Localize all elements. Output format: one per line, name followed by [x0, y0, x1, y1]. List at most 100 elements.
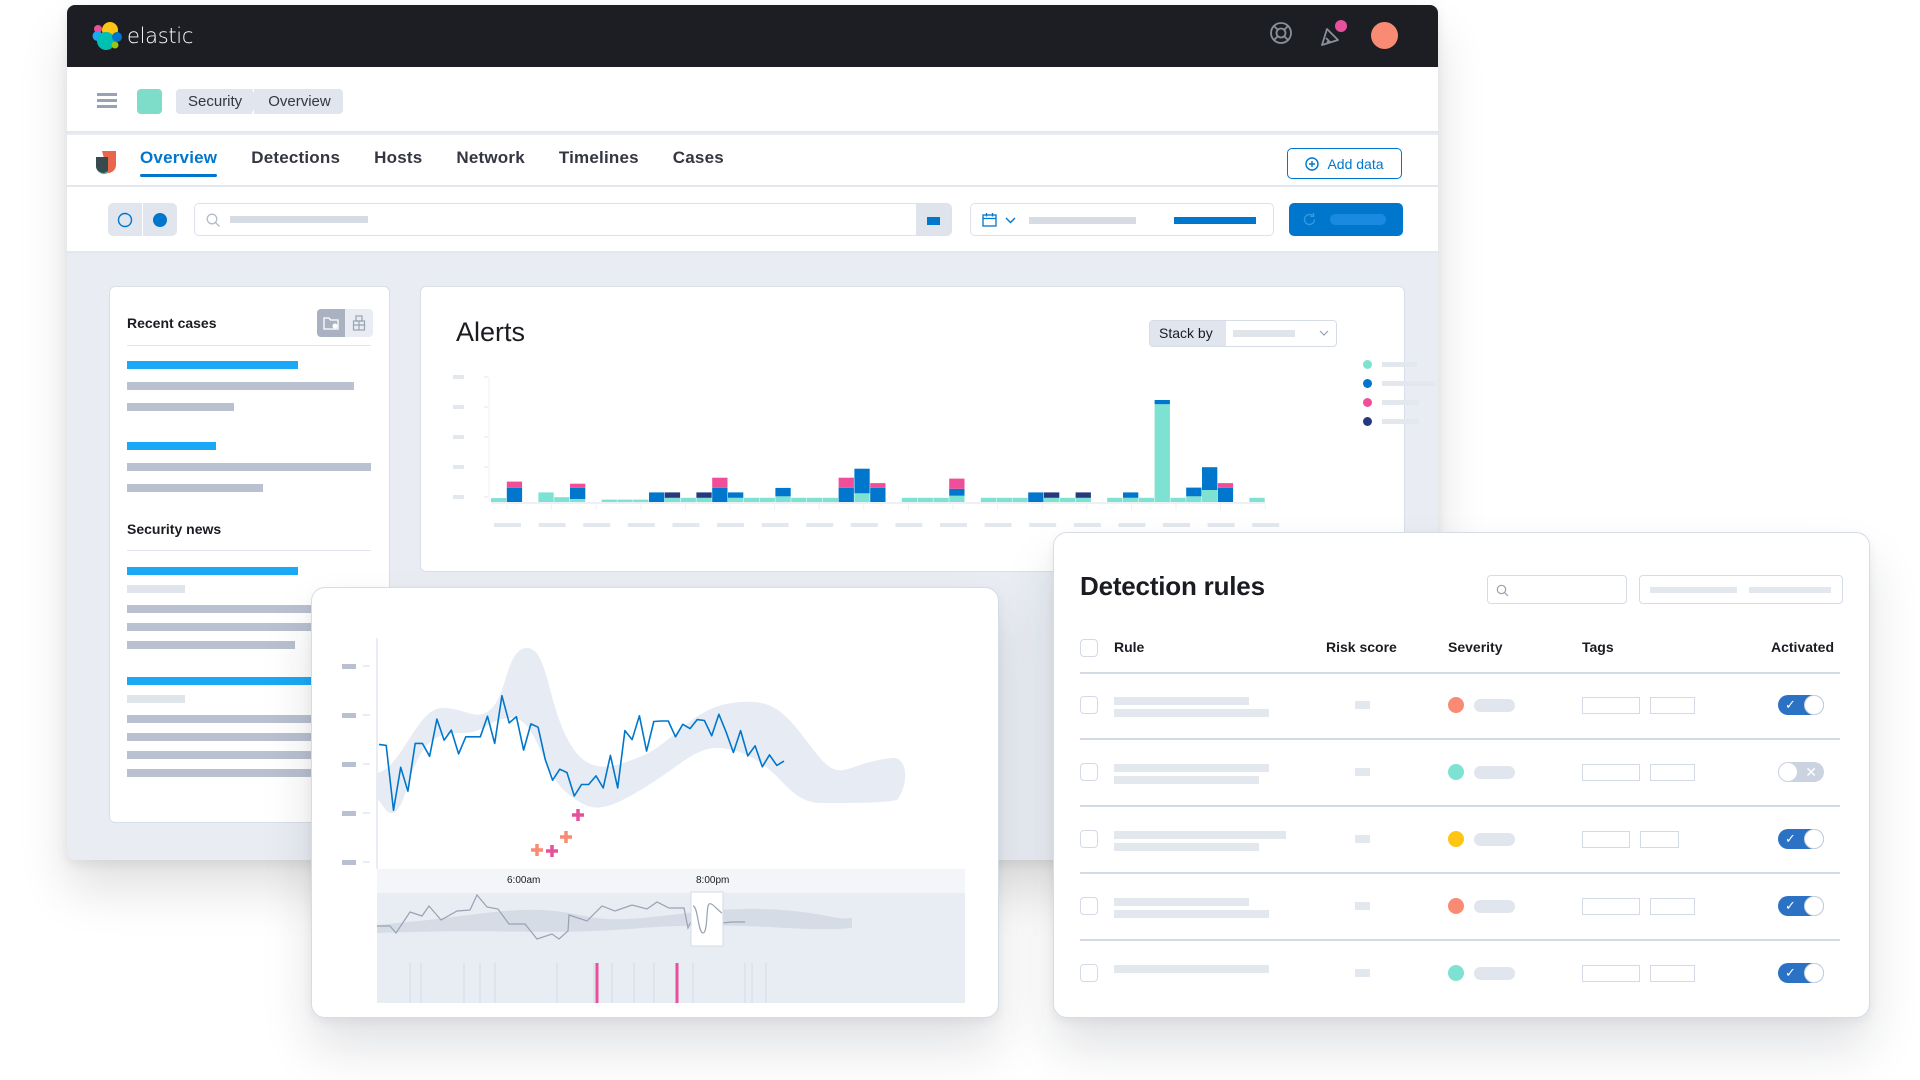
- news-link[interactable]: [127, 677, 327, 685]
- rule-name-placeholder[interactable]: [1114, 831, 1286, 839]
- stack-by-select[interactable]: Stack by: [1149, 320, 1337, 347]
- legend-item-pink[interactable]: [1363, 398, 1419, 407]
- date-picker[interactable]: [970, 203, 1274, 236]
- activated-toggle[interactable]: ✓: [1778, 896, 1824, 916]
- rule-name-placeholder[interactable]: [1114, 965, 1269, 973]
- tag-badge[interactable]: [1650, 697, 1695, 714]
- rule-name-placeholder[interactable]: [1114, 697, 1249, 705]
- cases-view-button[interactable]: [317, 309, 345, 337]
- rule-name-placeholder[interactable]: [1114, 898, 1249, 906]
- select-all-checkbox[interactable]: [1080, 639, 1098, 657]
- alerts-title: Alerts: [456, 317, 526, 347]
- tab-network[interactable]: Network: [456, 135, 524, 187]
- rules-filter-group[interactable]: [1639, 575, 1843, 604]
- bar-segment-navy: [1044, 492, 1060, 498]
- row-checkbox[interactable]: [1080, 964, 1098, 982]
- elastic-logo[interactable]: elastic: [91, 20, 193, 52]
- x-tick-label: [494, 523, 521, 527]
- column-header-severity[interactable]: Severity: [1448, 639, 1502, 655]
- add-data-button[interactable]: Add data: [1287, 148, 1402, 179]
- rule-name-placeholder[interactable]: [1114, 764, 1269, 772]
- detection-rules-card: Detection rules Rule Risk score Severity…: [1053, 532, 1870, 1018]
- tag-badge[interactable]: [1582, 764, 1640, 781]
- tag-badge[interactable]: [1640, 831, 1679, 848]
- news-link[interactable]: [127, 567, 298, 575]
- rule-row[interactable]: ✓: [1054, 672, 1869, 740]
- search-icon: [206, 213, 220, 227]
- activated-toggle[interactable]: ✓: [1778, 963, 1824, 983]
- tag-badge[interactable]: [1582, 965, 1640, 982]
- toggle-knob: [1804, 829, 1824, 849]
- space-avatar[interactable]: [137, 89, 162, 114]
- toggle-knob: [1804, 695, 1824, 715]
- bar-segment-blue: [949, 488, 965, 496]
- x-tick-label: [627, 523, 655, 527]
- column-header-activated[interactable]: Activated: [1771, 639, 1834, 655]
- legend-item-teal[interactable]: [1363, 360, 1417, 369]
- tag-badge[interactable]: [1582, 697, 1640, 714]
- user-avatar[interactable]: [1371, 22, 1398, 49]
- newsfeed-megaphone-icon[interactable]: [1319, 19, 1347, 48]
- activated-toggle[interactable]: ✕: [1778, 762, 1824, 782]
- toggle-option-filled[interactable]: [143, 203, 177, 236]
- case-link[interactable]: [127, 361, 298, 369]
- rules-search-input[interactable]: [1487, 575, 1627, 604]
- rule-row[interactable]: ✓: [1054, 873, 1869, 941]
- column-header-risk-score[interactable]: Risk score: [1326, 639, 1397, 655]
- activated-toggle[interactable]: ✓: [1778, 829, 1824, 849]
- tag-badge[interactable]: [1650, 965, 1695, 982]
- activated-toggle[interactable]: ✓: [1778, 695, 1824, 715]
- bar-segment-pink: [949, 478, 965, 489]
- legend-item-navy[interactable]: [1363, 417, 1419, 426]
- rule-row[interactable]: ✕: [1054, 739, 1869, 807]
- breadcrumb-bar: Security Overview: [67, 67, 1438, 133]
- case-link[interactable]: [127, 442, 216, 450]
- bar-segment-teal: [822, 497, 839, 502]
- row-checkbox[interactable]: [1080, 763, 1098, 781]
- tab-overview[interactable]: Overview: [140, 135, 218, 187]
- severity-dot: [1448, 965, 1464, 981]
- bar-segment-teal: [633, 499, 649, 502]
- tag-badge[interactable]: [1650, 898, 1695, 915]
- tab-timelines[interactable]: Timelines: [559, 135, 639, 187]
- column-header-tags[interactable]: Tags: [1582, 639, 1614, 655]
- packages-view-button[interactable]: [345, 309, 373, 337]
- y-tick-label: [453, 495, 464, 499]
- column-header-rule[interactable]: Rule: [1114, 639, 1144, 655]
- rule-row[interactable]: ✓: [1054, 940, 1869, 1007]
- breadcrumb-security[interactable]: Security: [176, 89, 259, 114]
- help-lifebuoy-icon[interactable]: [1269, 21, 1293, 50]
- date-end-placeholder[interactable]: [1174, 217, 1256, 224]
- kql-search-input[interactable]: [194, 203, 952, 236]
- filter-options-button[interactable]: [916, 204, 951, 235]
- context-chart: [377, 893, 965, 1003]
- tag-badge[interactable]: [1582, 898, 1640, 915]
- toggle-option-outline[interactable]: [108, 203, 143, 236]
- row-checkbox[interactable]: [1080, 897, 1098, 915]
- global-header: elastic: [67, 5, 1438, 67]
- rule-row[interactable]: ✓: [1054, 806, 1869, 874]
- rule-description-placeholder: [1114, 776, 1259, 784]
- tag-badge[interactable]: [1650, 764, 1695, 781]
- row-checkbox[interactable]: [1080, 696, 1098, 714]
- tab-cases[interactable]: Cases: [673, 135, 724, 187]
- legend-item-blue[interactable]: [1363, 379, 1435, 388]
- news-text-line: [127, 769, 327, 777]
- bar-segment-teal: [601, 499, 617, 502]
- refresh-button[interactable]: [1289, 203, 1403, 236]
- bar-segment-teal: [933, 497, 949, 502]
- bar-segment-teal: [538, 492, 554, 502]
- tab-detections[interactable]: Detections: [251, 135, 340, 187]
- y-tick-label: [342, 860, 356, 865]
- filter-placeholder[interactable]: [1650, 587, 1737, 593]
- tag-badge[interactable]: [1582, 831, 1630, 848]
- alerts-histogram: [453, 375, 1280, 527]
- filter-placeholder[interactable]: [1749, 587, 1831, 593]
- bar-segment-blue: [1217, 487, 1234, 502]
- stack-by-label: Stack by: [1150, 321, 1226, 346]
- tab-hosts[interactable]: Hosts: [374, 135, 422, 187]
- severity-label-placeholder: [1474, 833, 1515, 846]
- menu-hamburger-icon[interactable]: [97, 93, 117, 108]
- row-checkbox[interactable]: [1080, 830, 1098, 848]
- calendar-icon: [982, 213, 997, 227]
